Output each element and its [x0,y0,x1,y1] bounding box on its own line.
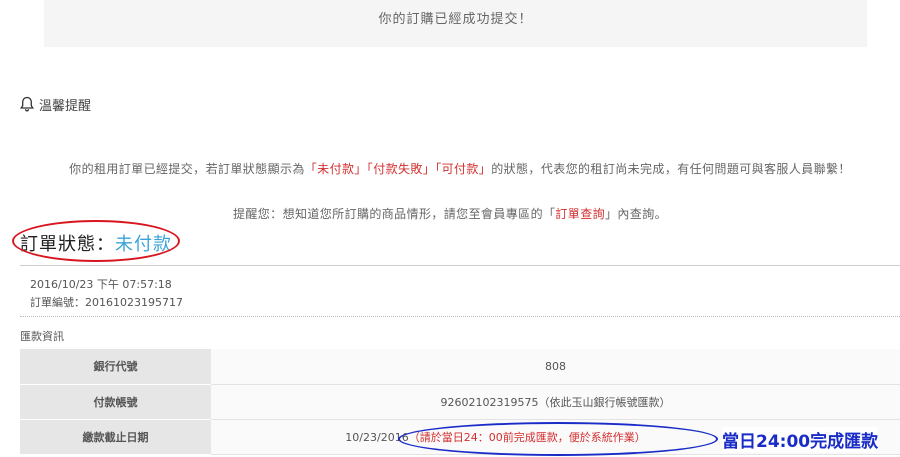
notice-text: 你的租用訂單已經提交，若訂單狀態顯示為 [69,162,305,176]
account-value: 92602102319575（依此玉山銀行帳號匯款） [211,384,900,420]
divider-dotted [20,316,900,317]
status-payable-text: 「可付款」 [435,162,492,176]
deadline-label: 繳款截止日期 [20,419,211,455]
success-message: 你的訂購已經成功提交！ [378,12,533,27]
order-query-link[interactable]: 訂單查詢 [555,207,605,221]
success-banner: 你的訂購已經成功提交！ [44,0,867,47]
bank-code-value: 808 [211,349,900,385]
divider [20,265,900,266]
reminder-heading: 溫馨提醒 [20,94,91,114]
account-label: 付款帳號 [20,384,211,420]
notice-text: 」內查詢。 [605,207,668,221]
order-number-label: 訂單編號： [30,296,85,309]
deadline-highlight-ellipse [398,422,718,456]
notice-text: 的狀態，代表您的租訂尚未完成，有任何問題可與客服人員聯繫！ [491,162,851,176]
order-datetime: 2016/10/23 下午 07:57:18 [30,278,172,291]
notice-text: 提醒您：想知道您所訂購的商品情形，請您至會員專區的「 [232,207,556,221]
status-unpaid-text: 「未付款」 [304,162,367,176]
reminder-title: 溫馨提醒 [39,98,92,114]
order-number: 訂單編號：20161023195717 [30,294,183,310]
status-highlight-ellipse [12,220,180,262]
bell-icon [20,96,34,112]
status-failed-text: 「付款失敗」 [366,162,436,176]
notice-line-status: 你的租用訂單已經提交，若訂單狀態顯示為「未付款」「付款失敗」「可付款」的狀態，代… [10,160,900,177]
bank-code-label: 銀行代號 [20,349,211,385]
notice-line-query: 提醒您：想知道您所訂購的商品情形，請您至會員專區的「訂單查詢」內查詢。 [0,205,900,222]
annotation-note: 當日24:00完成匯款 [722,427,879,452]
table-row: 銀行代號 808 [20,349,900,385]
table-row: 付款帳號 92602102319575（依此玉山銀行帳號匯款） [20,384,900,420]
remittance-section-title: 匯款資訊 [20,330,64,343]
order-number-value: 20161023195717 [85,296,183,309]
